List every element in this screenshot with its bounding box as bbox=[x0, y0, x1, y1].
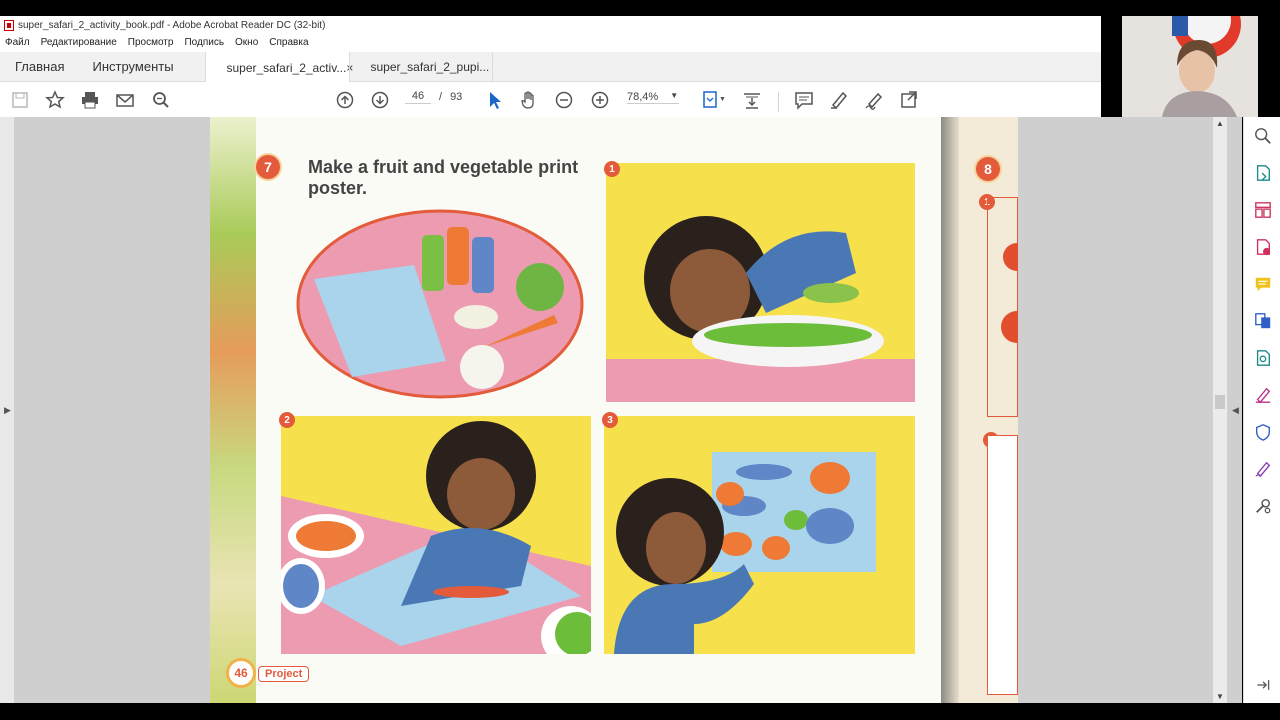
tomato-panel-illustration bbox=[987, 197, 1018, 417]
pdf-page-left: 7 Make a fruit and vegetable print poste… bbox=[210, 117, 941, 703]
combine-icon[interactable] bbox=[1253, 311, 1273, 331]
step-badge: 3 bbox=[602, 412, 618, 428]
menu-sign[interactable]: Подпись bbox=[184, 37, 224, 48]
crayon-border-illustration bbox=[210, 117, 256, 703]
tools-pane bbox=[1243, 117, 1280, 703]
page-navigator: 46 / 93 bbox=[405, 90, 462, 104]
tab-document-pupils-book[interactable]: super_safari_2_pupi... bbox=[349, 52, 494, 81]
presenter-video-image bbox=[1122, 16, 1258, 117]
step-1-illustration bbox=[606, 163, 915, 402]
child-printing-illustration bbox=[606, 216, 915, 402]
bottom-black-bar bbox=[0, 703, 1280, 720]
acrobat-window: super_safari_2_activity_book.pdf - Adobe… bbox=[0, 16, 1101, 119]
scan-icon[interactable] bbox=[1253, 348, 1273, 368]
child-pressing-carrot-illustration bbox=[281, 421, 591, 654]
zoom-out-icon[interactable] bbox=[553, 90, 575, 110]
sign-icon[interactable] bbox=[863, 90, 885, 110]
hand-icon[interactable] bbox=[518, 90, 540, 110]
expand-icon[interactable] bbox=[1253, 675, 1273, 695]
zoom-in-icon[interactable] bbox=[589, 90, 611, 110]
menu-edit[interactable]: Редактирование bbox=[41, 37, 117, 48]
select-cursor-icon[interactable] bbox=[483, 90, 505, 110]
tab-document-activity-book[interactable]: super_safari_2_activ... × bbox=[205, 52, 353, 83]
step-3-illustration bbox=[604, 416, 915, 654]
page-down-icon[interactable] bbox=[369, 90, 391, 110]
organize-pages-icon[interactable] bbox=[1253, 200, 1273, 220]
edit-pen-icon[interactable] bbox=[1253, 459, 1273, 479]
step-badge: 1 bbox=[604, 161, 620, 177]
pdf-page-right: 8 1 4 bbox=[941, 117, 1018, 703]
scroll-mode-icon[interactable] bbox=[741, 90, 763, 110]
expand-left-panel-icon[interactable]: ▶ bbox=[4, 405, 11, 416]
activity-number-badge: 8 bbox=[976, 157, 1000, 181]
child-showing-poster-illustration bbox=[614, 452, 876, 654]
page-separator: / bbox=[439, 91, 443, 103]
vertical-scrollbar[interactable]: ▲ ▼ bbox=[1213, 117, 1227, 703]
activity-number-badge: 7 bbox=[256, 155, 280, 179]
total-pages: 93 bbox=[450, 91, 463, 103]
step-2-illustration bbox=[281, 416, 591, 654]
tab-document-label: super_safari_2_activ... bbox=[226, 60, 347, 75]
comment-icon[interactable] bbox=[793, 90, 815, 110]
scroll-down-icon[interactable]: ▼ bbox=[1216, 692, 1224, 701]
menu-bar: Файл Редактирование Просмотр Подпись Окн… bbox=[0, 34, 1101, 50]
search-icon[interactable] bbox=[150, 90, 172, 110]
zoom-icon[interactable] bbox=[1253, 126, 1273, 146]
menu-window[interactable]: Окно bbox=[235, 37, 258, 48]
mail-icon[interactable] bbox=[114, 90, 136, 110]
scroll-thumb[interactable] bbox=[1215, 395, 1225, 409]
more-tools-icon[interactable] bbox=[1253, 496, 1273, 516]
create-pdf-icon[interactable] bbox=[1253, 237, 1273, 257]
collapse-right-panel-icon[interactable]: ◀ bbox=[1232, 405, 1239, 416]
zoom-value: 78,4% bbox=[627, 91, 659, 103]
share-icon[interactable] bbox=[898, 90, 920, 110]
current-page-input[interactable]: 46 bbox=[405, 90, 431, 104]
section-label: Project bbox=[258, 666, 310, 682]
chevron-down-icon: ▼ bbox=[670, 91, 679, 100]
zoom-select[interactable]: 78,4% ▼ bbox=[627, 91, 679, 104]
menu-view[interactable]: Просмотр bbox=[128, 37, 174, 48]
window-title: super_safari_2_activity_book.pdf - Adobe… bbox=[18, 19, 326, 31]
protect-icon[interactable] bbox=[1253, 422, 1273, 442]
page-up-icon[interactable] bbox=[334, 90, 356, 110]
print-icon[interactable] bbox=[79, 90, 101, 110]
main-toolbar: 46 / 93 78,4% ▼ ▼ bbox=[0, 82, 1101, 119]
page-number-badge: 46 bbox=[226, 658, 256, 688]
webcam-overlay bbox=[1122, 16, 1258, 117]
tab-tools[interactable]: Инструменты bbox=[78, 52, 205, 81]
toolbar-divider bbox=[778, 92, 779, 112]
tab-document-label: super_safari_2_pupi... bbox=[370, 59, 490, 74]
title-bar: super_safari_2_activity_book.pdf - Adobe… bbox=[0, 16, 1101, 34]
fill-sign-icon[interactable] bbox=[1253, 385, 1273, 405]
top-black-bar bbox=[0, 0, 1280, 16]
highlight-pen-icon[interactable] bbox=[828, 90, 850, 110]
step-4-panel-illustration bbox=[987, 435, 1018, 695]
tab-home[interactable]: Главная bbox=[0, 52, 78, 81]
chevron-down-icon[interactable]: ▼ bbox=[719, 96, 726, 103]
save-icon[interactable] bbox=[9, 90, 31, 110]
menu-help[interactable]: Справка bbox=[269, 37, 308, 48]
menu-file[interactable]: Файл bbox=[5, 37, 30, 48]
export-pdf-icon[interactable] bbox=[1253, 163, 1273, 183]
step-badge: 2 bbox=[279, 412, 295, 428]
comment-icon[interactable] bbox=[1253, 274, 1273, 294]
book-gutter bbox=[941, 117, 959, 703]
materials-illustration bbox=[296, 209, 584, 399]
star-icon[interactable] bbox=[44, 90, 66, 110]
tab-bar: Главная Инструменты super_safari_2_activ… bbox=[0, 52, 1101, 83]
acrobat-logo-icon bbox=[4, 19, 14, 31]
scroll-up-icon[interactable]: ▲ bbox=[1216, 119, 1224, 128]
activity-heading: Make a fruit and vegetable print poster. bbox=[308, 157, 579, 198]
